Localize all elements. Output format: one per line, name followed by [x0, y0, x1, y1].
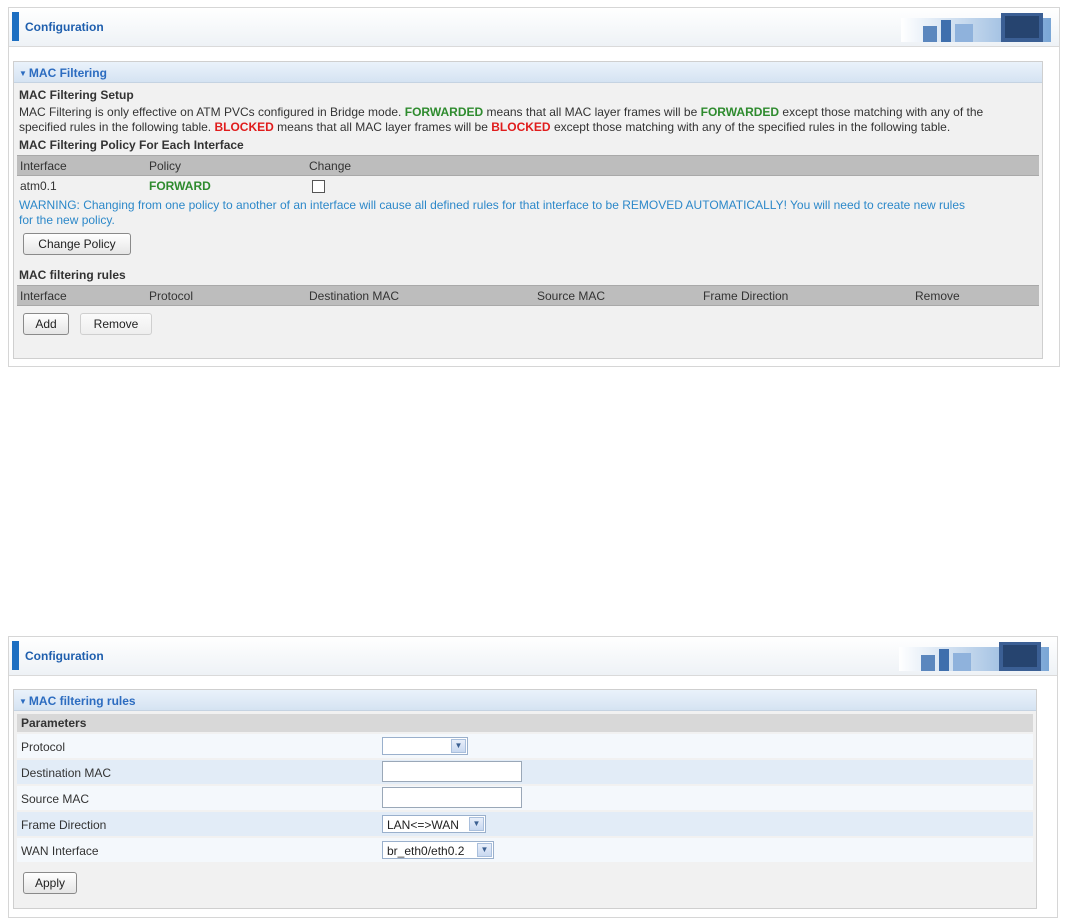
- mac-filtering-rules-panel: Configuration ▼ MAC filtering rules Param…: [8, 636, 1058, 918]
- configuration-header: Configuration: [9, 8, 1059, 47]
- desc-text: MAC Filtering is only effective on ATM P…: [19, 105, 402, 119]
- description-line-2: specified rules in the following table. …: [19, 120, 950, 134]
- rules-heading: MAC filtering rules: [19, 268, 126, 282]
- policy-row-policy: FORWARD: [149, 179, 211, 193]
- configuration-accent-bar: [12, 12, 19, 41]
- policy-heading: MAC Filtering Policy For Each Interface: [19, 138, 244, 152]
- column-header: Protocol: [149, 289, 194, 303]
- rules-table-header: Interface Protocol Destination MAC Sourc…: [17, 285, 1039, 306]
- source-mac-row: Source MAC: [17, 786, 1033, 810]
- column-header: Source MAC: [537, 289, 606, 303]
- remove-button[interactable]: Remove: [80, 313, 152, 335]
- source-mac-label: Source MAC: [21, 792, 90, 806]
- desc-text: except those matching with any of the sp…: [553, 120, 951, 134]
- wan-interface-row: WAN Interface br_eth0/eth0.2 ▼: [17, 838, 1033, 862]
- configuration-header: Configuration: [9, 637, 1057, 676]
- wan-interface-select[interactable]: br_eth0/eth0.2 ▼: [382, 841, 494, 859]
- desc-text: specified rules in the following table.: [19, 120, 212, 134]
- protocol-select[interactable]: ▼: [382, 737, 468, 755]
- mac-filtering-rules-section: ▼ MAC filtering rules Parameters Protocol…: [13, 689, 1037, 909]
- column-header: Policy: [149, 159, 182, 173]
- policy-row: atm0.1 FORWARD: [17, 176, 1039, 196]
- destination-mac-input[interactable]: [382, 761, 522, 782]
- policy-row-interface: atm0.1: [20, 179, 57, 193]
- description-line-1: MAC Filtering is only effective on ATM P…: [19, 105, 983, 119]
- change-policy-button[interactable]: Change Policy: [23, 233, 131, 255]
- policy-table-header: Interface Policy Change: [17, 155, 1039, 176]
- column-header: Interface: [20, 159, 67, 173]
- frame-direction-row: Frame Direction LAN<=>WAN ▼: [17, 812, 1033, 836]
- wan-interface-label: WAN Interface: [21, 844, 99, 858]
- collapse-triangle-icon: ▼: [19, 69, 27, 78]
- column-header: Interface: [20, 289, 67, 303]
- protocol-row: Protocol ▼: [17, 734, 1033, 758]
- mac-filtering-section-title: MAC Filtering: [28, 66, 107, 80]
- header-decoration-icon: [899, 642, 1049, 671]
- warning-line-1: WARNING: Changing from one policy to ano…: [19, 198, 966, 212]
- collapse-triangle-icon: ▼: [19, 697, 27, 706]
- chevron-down-icon: ▼: [477, 843, 492, 857]
- frame-direction-select[interactable]: LAN<=>WAN ▼: [382, 815, 486, 833]
- mac-filtering-rules-section-header[interactable]: ▼ MAC filtering rules: [14, 690, 1036, 711]
- mac-filtering-section-header[interactable]: ▼ MAC Filtering: [14, 62, 1042, 83]
- protocol-label: Protocol: [21, 740, 66, 754]
- source-mac-input[interactable]: [382, 787, 522, 808]
- setup-heading: MAC Filtering Setup: [19, 88, 134, 102]
- chevron-down-icon: ▼: [469, 817, 484, 831]
- configuration-title: Configuration: [25, 20, 104, 34]
- mac-filtering-section: ▼ MAC Filtering MAC Filtering Setup MAC F…: [13, 61, 1043, 359]
- desc-text: except those matching with any of the: [782, 105, 984, 119]
- blocked-keyword: BLOCKED: [214, 120, 274, 134]
- add-button[interactable]: Add: [23, 313, 69, 335]
- destination-mac-row: Destination MAC: [17, 760, 1033, 784]
- column-header: Destination MAC: [309, 289, 400, 303]
- desc-text: means that all MAC layer frames will be: [277, 120, 488, 134]
- configuration-accent-bar: [12, 641, 19, 670]
- mac-filtering-panel: Configuration ▼ MAC Filtering MAC Filteri…: [8, 7, 1060, 367]
- desc-text: means that all MAC layer frames will be: [486, 105, 698, 119]
- wan-interface-value: br_eth0/eth0.2: [387, 844, 465, 858]
- frame-direction-label: Frame Direction: [21, 818, 107, 832]
- parameters-header: Parameters: [17, 714, 1033, 732]
- column-header: Frame Direction: [703, 289, 789, 303]
- destination-mac-label: Destination MAC: [21, 766, 112, 780]
- forwarded-keyword: FORWARDED: [700, 105, 780, 119]
- warning-line-2: for the new policy.: [19, 213, 115, 227]
- mac-filtering-rules-section-title: MAC filtering rules: [28, 694, 136, 708]
- blocked-keyword: BLOCKED: [491, 120, 551, 134]
- configuration-title: Configuration: [25, 649, 104, 663]
- parameters-heading: Parameters: [21, 716, 87, 730]
- change-policy-checkbox[interactable]: [312, 180, 325, 193]
- column-header: Change: [309, 159, 352, 173]
- chevron-down-icon: ▼: [451, 739, 466, 753]
- column-header: Remove: [915, 289, 960, 303]
- frame-direction-value: LAN<=>WAN: [387, 818, 459, 832]
- apply-button[interactable]: Apply: [23, 872, 77, 894]
- forwarded-keyword: FORWARDED: [404, 105, 484, 119]
- header-decoration-icon: [901, 13, 1051, 42]
